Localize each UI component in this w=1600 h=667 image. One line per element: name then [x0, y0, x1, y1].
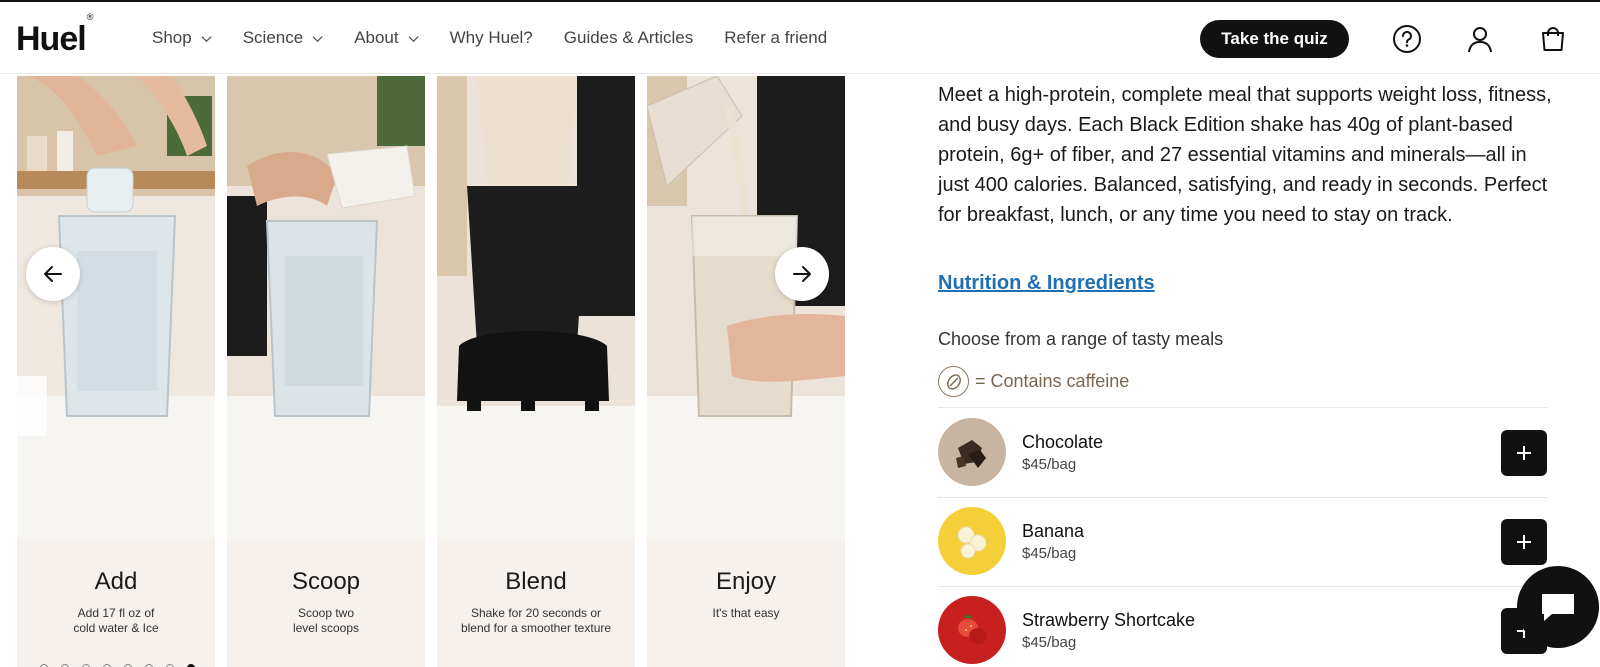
flavor-price: $45/bag: [1022, 456, 1077, 473]
chevron-down-icon: [408, 35, 419, 42]
divider: [938, 407, 1548, 408]
step-desc-line: Shake for 20 seconds or: [470, 606, 602, 620]
chevron-down-icon: [201, 35, 212, 42]
plus-icon: [1517, 446, 1531, 460]
flavor-row-banana: Banana $45/bag: [938, 507, 1548, 577]
nav-why-huel[interactable]: Why Huel?: [450, 28, 533, 48]
chat-bubble-icon: [1542, 594, 1574, 621]
nav-label: Refer a friend: [724, 28, 828, 47]
choose-meals-label: Choose from a range of tasty meals: [938, 329, 1224, 349]
step-description: Scoop two level scoops: [227, 606, 425, 636]
step-desc-line: Add 17 fl oz of: [77, 606, 155, 620]
flavor-row-chocolate: Chocolate $45/bag: [938, 418, 1548, 488]
how-to-carousel: Add Add 17 fl oz of cold water & Ice Sco…: [0, 76, 854, 667]
site-header: Huel® Shop Science About Why Huel? Guide…: [0, 2, 1600, 74]
step-desc-line: Scoop two: [297, 606, 355, 620]
flavor-name: Chocolate: [1022, 432, 1104, 452]
nav-label: Guides & Articles: [563, 28, 694, 47]
chevron-down-icon: [312, 35, 323, 42]
blender-photo: [437, 76, 635, 540]
step-card-scoop: Scoop Scoop two level scoops: [227, 76, 425, 667]
logo-registered-mark: ®: [86, 11, 94, 22]
banana-thumbnail: [938, 507, 1006, 575]
step-description: Add 17 fl oz of cold water & Ice: [17, 606, 215, 636]
flavor-name: Banana: [1022, 521, 1085, 541]
step-photo: [17, 76, 215, 540]
step-title: Blend: [505, 568, 567, 595]
product-description: Meet a high-protein, complete meal that …: [938, 84, 1552, 226]
flavor-name: Strawberry Shortcake: [1022, 610, 1196, 630]
step-card-enjoy: Enjoy It's that easy: [647, 76, 845, 667]
step-desc-line: cold water & Ice: [73, 621, 159, 635]
help-icon: [1393, 25, 1421, 53]
step-card-blend: Blend Shake for 20 seconds or blend for …: [437, 76, 635, 667]
main-nav: Shop Science About Why Huel? Guides & Ar…: [152, 28, 858, 48]
carousel-next-button[interactable]: [775, 247, 829, 301]
chocolate-thumbnail: [938, 418, 1006, 486]
caffeine-legend: = Contains caffeine: [938, 366, 1129, 397]
account-icon: [1468, 27, 1492, 53]
logo-text: Huel: [16, 20, 87, 58]
step-description: It's that easy: [647, 606, 845, 621]
step-desc-line: blend for a smoother texture: [460, 621, 612, 635]
coffee-bean-glyph: [946, 373, 961, 390]
arrow-left-icon: [44, 266, 62, 282]
step-description: Shake for 20 seconds or blend for a smoo…: [437, 606, 635, 636]
arrow-right-icon: [793, 266, 811, 282]
nav-label: Why Huel?: [449, 28, 533, 47]
take-quiz-button[interactable]: Take the quiz: [1200, 20, 1349, 58]
nav-label: Shop: [152, 28, 192, 47]
nutrition-ingredients-link[interactable]: Nutrition & Ingredients: [938, 272, 1155, 295]
coffee-bean-icon: [938, 366, 969, 397]
nav-label: About: [354, 28, 399, 47]
step-photo: [647, 76, 845, 540]
pouring-shake-photo: [647, 76, 845, 540]
step-title: Scoop: [291, 568, 361, 595]
nav-shop[interactable]: Shop: [152, 28, 212, 48]
help-button[interactable]: [1390, 22, 1424, 56]
plus-icon: [1517, 535, 1531, 549]
caffeine-legend-text: = Contains caffeine: [975, 371, 1130, 391]
add-chocolate-button[interactable]: [1501, 430, 1547, 476]
divider: [938, 586, 1548, 587]
strawberry-image: [938, 596, 1006, 664]
chat-widget-button[interactable]: [1517, 566, 1599, 648]
banana-image: [938, 507, 1006, 575]
flavor-price: $45/bag: [1022, 634, 1077, 651]
step-photo: [227, 76, 425, 540]
scoop-powder-photo: [227, 76, 425, 540]
chocolate-image: [938, 418, 1006, 486]
account-button[interactable]: [1463, 22, 1497, 56]
nav-refer-friend[interactable]: Refer a friend: [724, 28, 827, 48]
step-photo: [437, 76, 635, 540]
carousel-prev-button[interactable]: [26, 247, 80, 301]
strawberry-thumbnail: [938, 596, 1006, 664]
nav-science[interactable]: Science: [243, 28, 323, 48]
step-title: Enjoy: [715, 568, 777, 595]
flavor-price: $45/bag: [1022, 545, 1077, 562]
huel-logo[interactable]: Huel®: [16, 12, 93, 59]
nav-about[interactable]: About: [354, 28, 419, 48]
cart-button[interactable]: [1536, 22, 1570, 56]
step-card-add: Add Add 17 fl oz of cold water & Ice: [17, 76, 215, 667]
nav-label: Science: [242, 28, 304, 47]
step-desc-line: It's that easy: [712, 606, 780, 620]
step-title: Add: [94, 568, 138, 595]
nav-guides-articles[interactable]: Guides & Articles: [564, 28, 693, 48]
step-desc-line: level scoops: [292, 621, 360, 635]
divider: [938, 497, 1548, 498]
cart-icon: [1542, 27, 1564, 51]
add-water-photo: [17, 76, 215, 540]
add-banana-button[interactable]: [1501, 519, 1547, 565]
flavor-row-strawberry-shortcake: Strawberry Shortcake $45/bag: [938, 596, 1548, 666]
